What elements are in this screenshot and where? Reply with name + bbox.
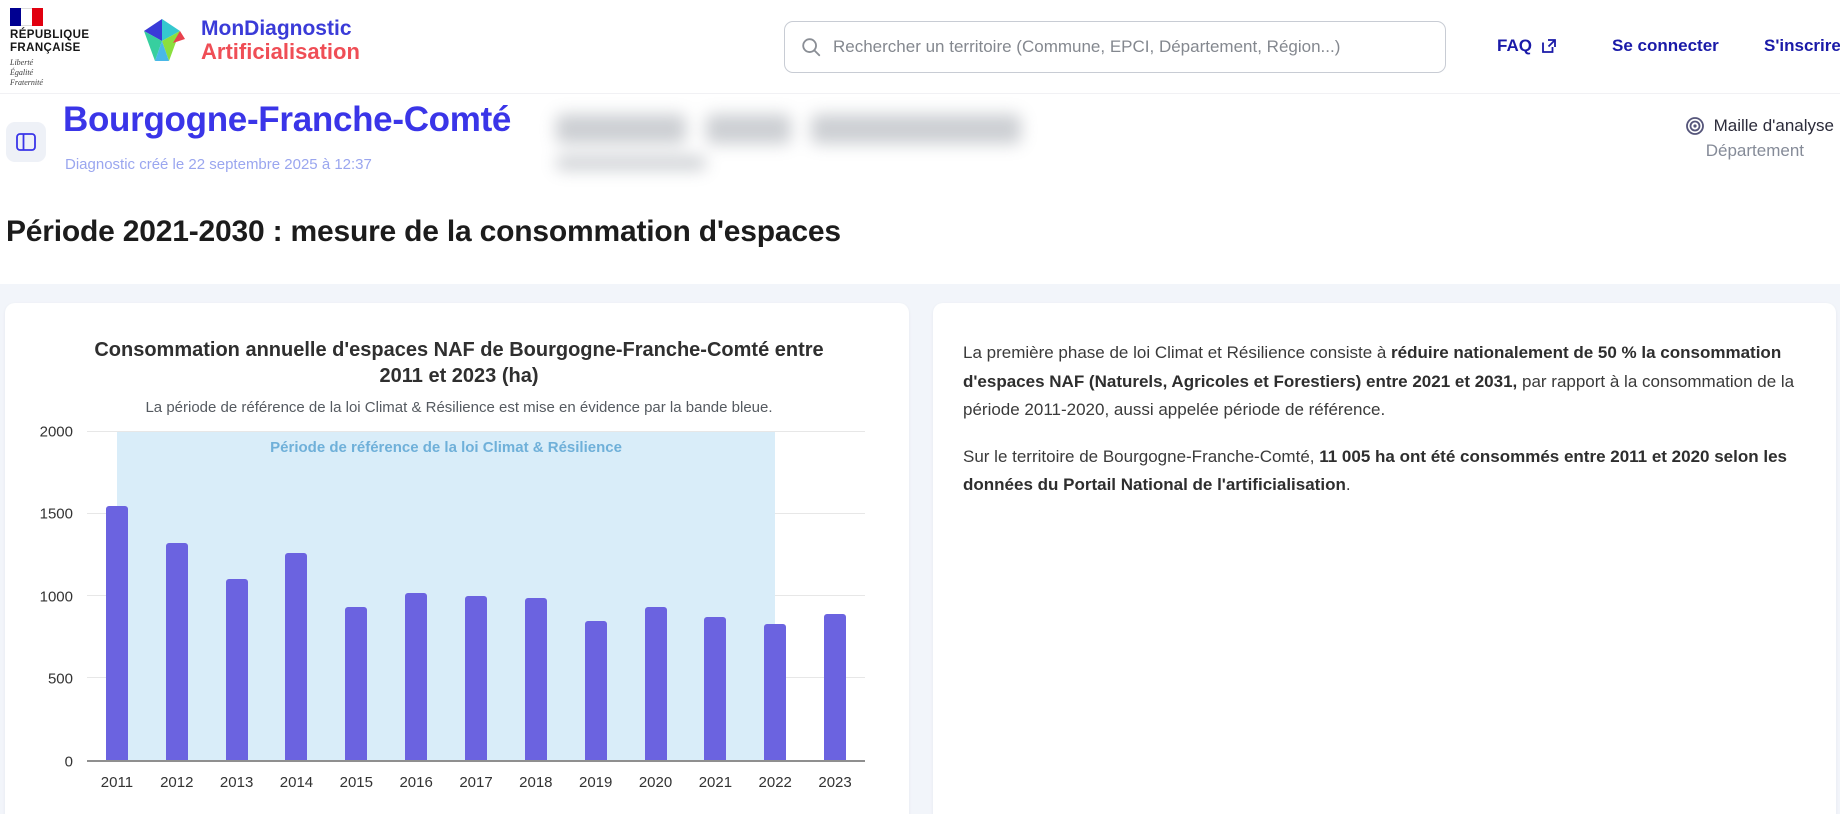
x-tick-label: 2017 [459, 774, 492, 791]
chart-subtitle: La période de référence de la loi Climat… [27, 399, 891, 416]
target-icon [1685, 116, 1705, 136]
bar-chart: 0500100015002000 Période de référence de… [27, 432, 891, 814]
bar-2019[interactable] [585, 621, 607, 760]
chart-title: Consommation annuelle d'espaces NAF de B… [94, 337, 824, 390]
diagnostic-date: Diagnostic créé le 22 septembre 2025 à 1… [65, 156, 372, 173]
info-paragraph: Sur le territoire de Bourgogne-Franche-C… [963, 443, 1802, 500]
info-paragraph: La première phase de loi Climat et Résil… [963, 339, 1802, 425]
bar-2022[interactable] [764, 624, 786, 760]
bar-2018[interactable] [525, 598, 547, 760]
x-tick-label: 2020 [639, 774, 672, 791]
x-tick-label: 2015 [340, 774, 373, 791]
sidebar-toggle-button[interactable] [6, 122, 46, 162]
chart-yaxis: 0500100015002000 [27, 432, 79, 762]
search-icon [800, 36, 822, 58]
maille-value: Département [1685, 141, 1834, 161]
chart-plot: Période de référence de la loi Climat & … [87, 432, 865, 762]
sidebar-panel-icon [15, 131, 37, 153]
x-tick-label: 2023 [818, 774, 851, 791]
reference-band: Période de référence de la loi Climat & … [117, 432, 775, 760]
chart-xaxis: 2011 2012 2013 2014 2015 2016 2017 2018 2019 2020… [87, 768, 865, 794]
x-tick-label: 2022 [759, 774, 792, 791]
app-logo[interactable]: MonDiagnostic Artificialisation [135, 17, 360, 65]
gov-logo-line1: RÉPUBLIQUE [10, 29, 120, 42]
maille-analyse-control[interactable]: Maille d'analyse Département [1685, 116, 1834, 161]
x-tick-label: 2014 [280, 774, 313, 791]
signup-link[interactable]: S'inscrire [1764, 36, 1840, 56]
x-tick-label: 2013 [220, 774, 253, 791]
reference-band-label: Période de référence de la loi Climat & … [117, 439, 775, 456]
login-link[interactable]: Se connecter [1612, 36, 1719, 56]
x-tick-label: 2011 [101, 774, 133, 791]
bar-2013[interactable] [226, 579, 248, 759]
brand-diamond-icon [135, 17, 189, 65]
brand-wordmark: MonDiagnostic Artificialisation [201, 18, 360, 64]
main-content: Consommation annuelle d'espaces NAF de B… [0, 284, 1840, 814]
bar-2012[interactable] [166, 543, 188, 759]
x-tick-label: 2016 [399, 774, 432, 791]
territory-bar: Bourgogne-Franche-Comté Diagnostic créé … [0, 94, 1840, 199]
bar-2017[interactable] [465, 596, 487, 760]
y-tick-label: 500 [48, 671, 73, 688]
brand-line2: Artificialisation [201, 40, 360, 64]
y-tick-label: 1000 [40, 588, 73, 605]
x-tick-label: 2019 [579, 774, 612, 791]
bar-2011[interactable] [106, 506, 128, 760]
territory-search [784, 21, 1446, 73]
bar-2014[interactable] [285, 553, 307, 760]
search-input[interactable] [784, 21, 1446, 73]
x-tick-label: 2012 [160, 774, 193, 791]
brand-line1: MonDiagnostic [201, 18, 360, 41]
bar-2020[interactable] [645, 607, 667, 760]
info-card: La première phase de loi Climat et Résil… [933, 303, 1836, 814]
section-heading-row: Période 2021-2030 : mesure de la consomm… [0, 199, 1840, 284]
maille-label: Maille d'analyse [1714, 116, 1834, 136]
bar-2015[interactable] [345, 607, 367, 760]
gov-logo-line2: FRANÇAISE [10, 42, 120, 55]
faq-link[interactable]: FAQ [1497, 36, 1557, 56]
territory-title: Bourgogne-Franche-Comté [63, 100, 511, 140]
top-header: RÉPUBLIQUE FRANÇAISE Liberté Égalité Fra… [0, 0, 1840, 94]
blurred-text [556, 110, 1056, 172]
info-paragraphs: La première phase de loi Climat et Résil… [963, 339, 1802, 500]
bar-2023[interactable] [824, 614, 846, 760]
y-tick-label: 1500 [40, 506, 73, 523]
french-flag-icon [10, 8, 43, 26]
y-tick-label: 0 [65, 753, 73, 770]
bar-2016[interactable] [405, 593, 427, 760]
gov-logo: RÉPUBLIQUE FRANÇAISE Liberté Égalité Fra… [10, 8, 120, 87]
section-title: Période 2021-2030 : mesure de la consomm… [6, 215, 841, 249]
bar-2021[interactable] [704, 617, 726, 760]
x-tick-label: 2021 [699, 774, 732, 791]
y-tick-label: 2000 [40, 423, 73, 440]
gov-motto: Liberté Égalité Fraternité [10, 58, 120, 87]
faq-label: FAQ [1497, 36, 1532, 56]
x-tick-label: 2018 [519, 774, 552, 791]
gov-logo-text: RÉPUBLIQUE FRANÇAISE [10, 29, 120, 55]
chart-card: Consommation annuelle d'espaces NAF de B… [5, 303, 909, 814]
external-link-icon [1541, 38, 1557, 54]
